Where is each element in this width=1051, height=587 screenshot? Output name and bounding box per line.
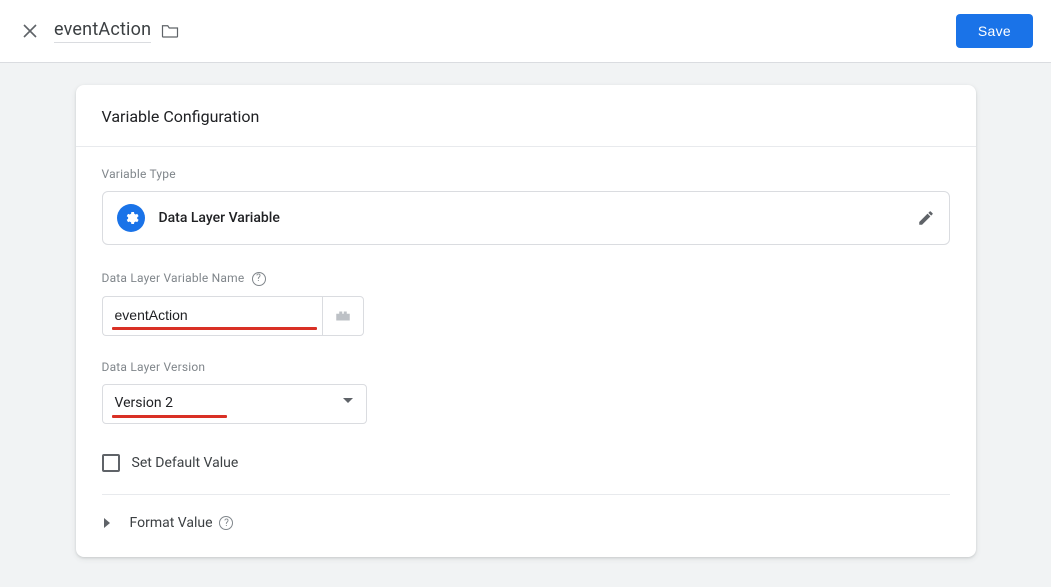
format-value-label: Format Value ? <box>130 515 234 531</box>
folder-icon <box>161 23 179 39</box>
format-value-toggle[interactable]: Format Value ? <box>102 495 950 549</box>
close-icon <box>23 24 37 38</box>
page-background: Variable Configuration Variable Type Dat… <box>0 63 1051 587</box>
folder-button[interactable] <box>161 23 179 39</box>
card-title: Variable Configuration <box>76 107 976 147</box>
close-button[interactable] <box>18 19 42 43</box>
entity-title-input[interactable]: eventAction <box>54 19 151 43</box>
dlv-name-input[interactable] <box>102 296 322 336</box>
gear-icon <box>117 204 145 232</box>
variable-type-label: Variable Type <box>102 167 950 181</box>
variable-picker-button[interactable] <box>322 296 364 336</box>
save-button[interactable]: Save <box>956 14 1033 48</box>
help-icon[interactable]: ? <box>219 516 233 530</box>
chevron-right-icon <box>102 518 112 528</box>
chevron-down-icon <box>342 395 354 411</box>
set-default-checkbox[interactable] <box>102 454 120 472</box>
lego-brick-icon <box>334 309 352 323</box>
dlv-version-label: Data Layer Version <box>102 360 950 374</box>
set-default-label: Set Default Value <box>132 455 239 471</box>
help-icon[interactable]: ? <box>252 272 266 286</box>
dlv-name-label: Data Layer Variable Name ? <box>102 271 950 286</box>
dlv-version-select[interactable]: Version 2 <box>102 384 367 424</box>
variable-type-selector[interactable]: Data Layer Variable <box>102 191 950 245</box>
config-card: Variable Configuration Variable Type Dat… <box>76 85 976 557</box>
top-bar: eventAction Save <box>0 0 1051 63</box>
dlv-version-value: Version 2 <box>115 395 173 411</box>
edit-icon <box>917 209 935 227</box>
variable-type-name: Data Layer Variable <box>159 210 280 226</box>
